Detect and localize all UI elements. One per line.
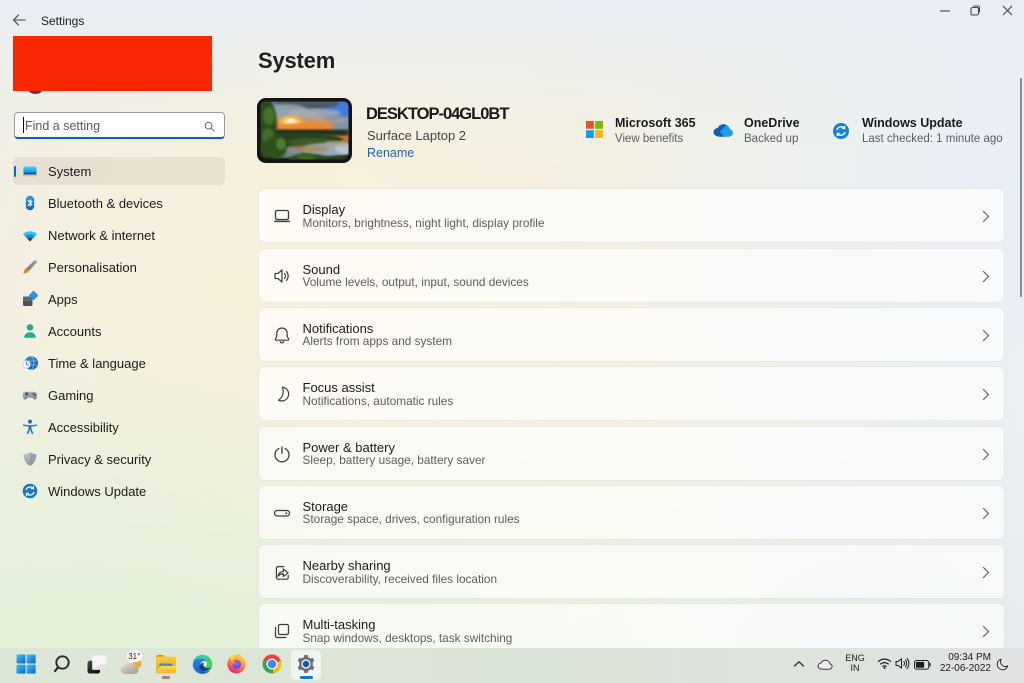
svg-text:31°: 31° bbox=[128, 652, 140, 661]
